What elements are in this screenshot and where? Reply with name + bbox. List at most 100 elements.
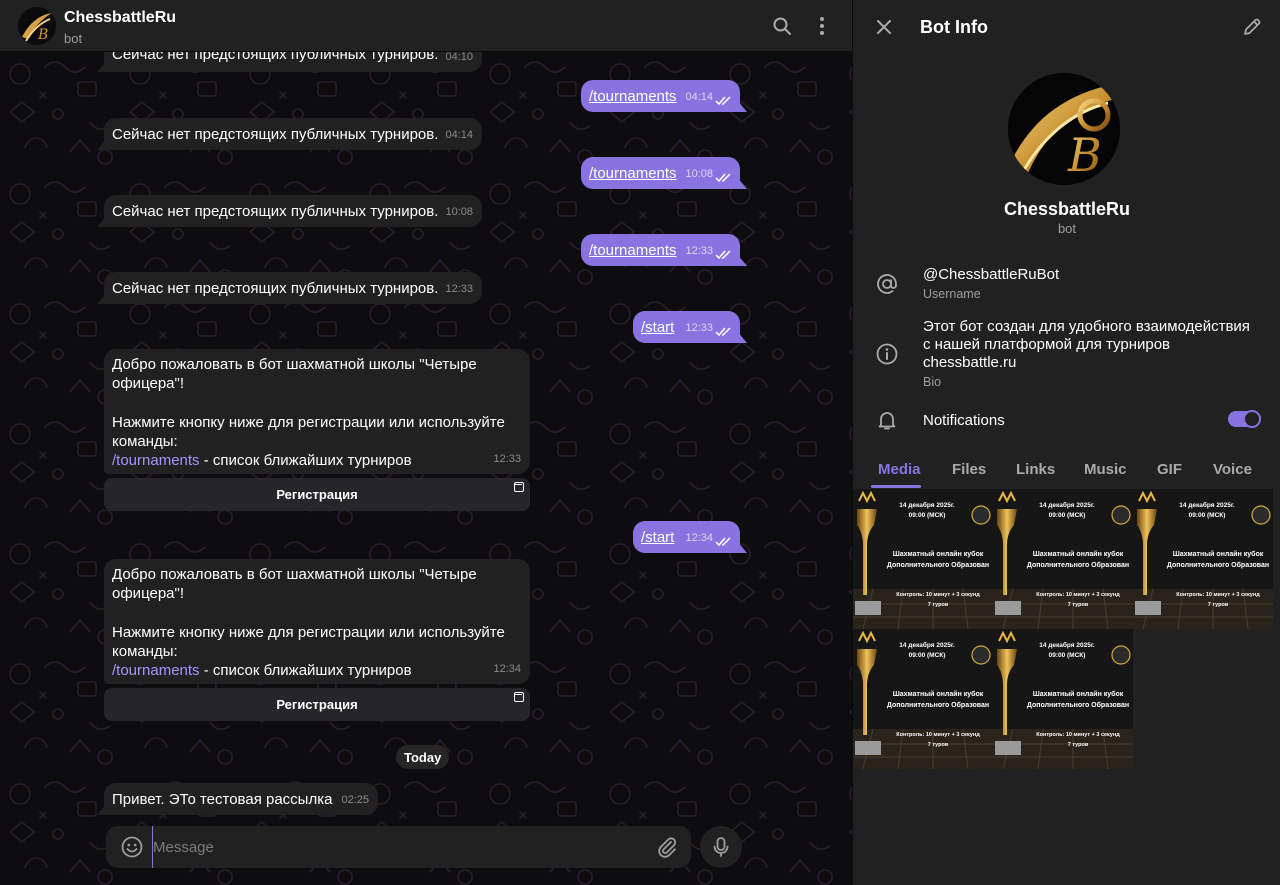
chat-subtitle: bot (64, 31, 83, 46)
media-grid: 14 декабря 2025г. 09:00 (МСК) Шахматный он… (853, 489, 1280, 771)
edit-pencil-icon[interactable] (1239, 14, 1265, 40)
media-thumbnail[interactable]: 14 декабря 2025г. 09:00 (МСК) Шахматный он… (853, 489, 993, 629)
message-time: 04:14 (685, 91, 713, 103)
message-outgoing[interactable]: /tournaments 10:08 (581, 157, 740, 189)
poster-title: Шахматный онлайн кубок (1032, 551, 1124, 558)
message-time: 12:34 (685, 532, 713, 544)
poster-time: 09:00 (МСК) (908, 652, 946, 659)
bell-icon (878, 412, 896, 430)
at-sign-icon (877, 274, 897, 294)
microphone-button[interactable] (700, 826, 742, 868)
active-tab-indicator (871, 485, 921, 488)
tab-media[interactable]: Media (878, 461, 921, 478)
message-text: Сейчас нет предстоящих публичных турниро… (112, 280, 439, 297)
poster-subtitle: Дополнительного Образован (1166, 562, 1270, 569)
emoji-icon[interactable] (120, 835, 144, 859)
command-link[interactable]: /start (641, 528, 674, 547)
username-label: Username (923, 287, 981, 301)
tab-files[interactable]: Files (952, 461, 986, 478)
media-thumbnail[interactable]: 14 декабря 2025г. 09:00 (МСК) Шахматный он… (993, 629, 1133, 769)
message-outgoing[interactable]: /start 12:33 (633, 311, 740, 343)
media-tabs: Media Files Links Music GIF Voice (853, 452, 1280, 488)
poster-time: 09:00 (МСК) (1188, 512, 1226, 519)
svg-text:B: B (1067, 128, 1102, 182)
tab-music[interactable]: Music (1084, 461, 1127, 478)
message-text: Сейчас нет предстоящих публичных турниро… (112, 203, 439, 220)
tournaments-command-link[interactable]: /tournaments (112, 662, 200, 679)
message-incoming[interactable]: Привет. ЭТо тестовая рассылка 02:25 (104, 783, 378, 815)
chat-title[interactable]: ChessbattleRu (64, 9, 176, 27)
chat-header: B ChessbattleRu bot (0, 0, 852, 52)
message-text: Сейчас нет предстоящих публичных турниро… (112, 126, 439, 143)
poster-control: Контроль: 10 минут + 3 секунд (1176, 592, 1260, 598)
register-button[interactable]: Регистрация (104, 688, 530, 721)
tab-voice[interactable]: Voice (1213, 461, 1252, 478)
username-value[interactable]: @ChessbattleRuBot (923, 266, 1059, 284)
message-time: 12:33 (493, 453, 521, 465)
read-checkmarks-icon (715, 96, 731, 106)
message-outgoing[interactable]: /tournaments 04:14 (581, 80, 740, 112)
command-link[interactable]: /tournaments (589, 241, 677, 260)
message-outgoing[interactable]: /tournaments 12:33 (581, 234, 740, 266)
message-time: 10:08 (685, 168, 713, 180)
poster-control: Контроль: 10 минут + 3 секунд (1036, 732, 1120, 738)
message-outgoing[interactable]: /start 12:34 (633, 521, 740, 553)
poster-title: Шахматный онлайн кубок (1172, 551, 1264, 558)
message-composer (106, 826, 691, 868)
media-thumbnail[interactable]: 14 декабря 2025г. 09:00 (МСК) Шахматный он… (1133, 489, 1273, 629)
poster-date: 14 декабря 2025г. (899, 642, 955, 649)
chat-pane: B ChessbattleRu bot Сейчас нет предстоящ… (0, 0, 852, 885)
close-icon[interactable] (871, 14, 897, 40)
message-text: Добро пожаловать в бот шахматной школы "… (112, 356, 505, 470)
message-time: 12:33 (685, 322, 713, 334)
command-link[interactable]: /tournaments (589, 87, 677, 106)
profile-subtitle: bot (1057, 221, 1077, 236)
command-link[interactable]: /tournaments (589, 164, 677, 183)
info-icon (876, 343, 898, 365)
message-incoming[interactable]: Сейчас нет предстоящих публичных турниро… (104, 195, 482, 227)
read-checkmarks-icon (715, 250, 731, 260)
poster-date: 14 декабря 2025г. (899, 502, 955, 509)
poster-subtitle: Дополнительного Образован (1026, 562, 1130, 569)
poster-date: 14 декабря 2025г. (1039, 502, 1095, 509)
message-time: 10:08 (445, 206, 473, 218)
message-incoming[interactable]: Сейчас нет предстоящих публичных турниро… (104, 272, 482, 304)
poster-control: Контроль: 10 минут + 3 секунд (896, 592, 980, 598)
media-thumbnail[interactable]: 14 декабря 2025г. 09:00 (МСК) Шахматный он… (853, 629, 993, 769)
more-vertical-icon[interactable] (809, 13, 835, 39)
tournaments-command-link[interactable]: /tournaments (112, 452, 200, 469)
message-incoming[interactable]: Сейчас нет предстоящих публичных турниро… (104, 118, 482, 150)
chat-avatar[interactable]: B (18, 7, 56, 45)
profile-avatar[interactable]: B (1008, 73, 1120, 185)
bio-link[interactable]: chessbattle.ru (923, 354, 1250, 372)
media-thumbnail[interactable]: 14 декабря 2025г. 09:00 (МСК) Шахматный он… (993, 489, 1133, 629)
message-list: Сейчас нет предстоящих публичных турниро… (0, 0, 852, 885)
paperclip-icon[interactable] (655, 835, 679, 859)
notifications-label: Notifications (923, 412, 1005, 429)
message-incoming[interactable]: Добро пожаловать в бот шахматной школы "… (104, 559, 530, 684)
message-time: 02:25 (341, 794, 369, 806)
read-checkmarks-icon (715, 537, 731, 547)
poster-rounds: 7 туров (1067, 602, 1089, 608)
poster-rounds: 7 туров (927, 742, 949, 748)
poster-rounds: 7 туров (927, 602, 949, 608)
bio-label: Bio (923, 375, 942, 389)
keyboard-button-icon (514, 482, 524, 492)
bot-info-panel: Bot Info B ChessbattleRu bot @Chessbattl… (852, 0, 1280, 885)
poster-title: Шахматный онлайн кубок (892, 691, 984, 698)
tab-gif[interactable]: GIF (1157, 461, 1182, 478)
message-time: 12:34 (493, 663, 521, 675)
notifications-toggle[interactable] (1228, 410, 1261, 428)
message-input[interactable] (152, 826, 632, 868)
tab-links[interactable]: Links (1016, 461, 1055, 478)
message-incoming[interactable]: Добро пожаловать в бот шахматной школы "… (104, 349, 530, 474)
poster-date: 14 декабря 2025г. (1179, 502, 1235, 509)
read-checkmarks-icon (715, 327, 731, 337)
command-link[interactable]: /start (641, 318, 674, 337)
message-time: 12:33 (685, 245, 713, 257)
poster-date: 14 декабря 2025г. (1039, 642, 1095, 649)
register-button[interactable]: Регистрация (104, 478, 530, 511)
bio-text: Этот бот создан для удобного взаимодейст… (923, 318, 1250, 372)
search-icon[interactable] (769, 13, 795, 39)
poster-time: 09:00 (МСК) (1048, 652, 1086, 659)
